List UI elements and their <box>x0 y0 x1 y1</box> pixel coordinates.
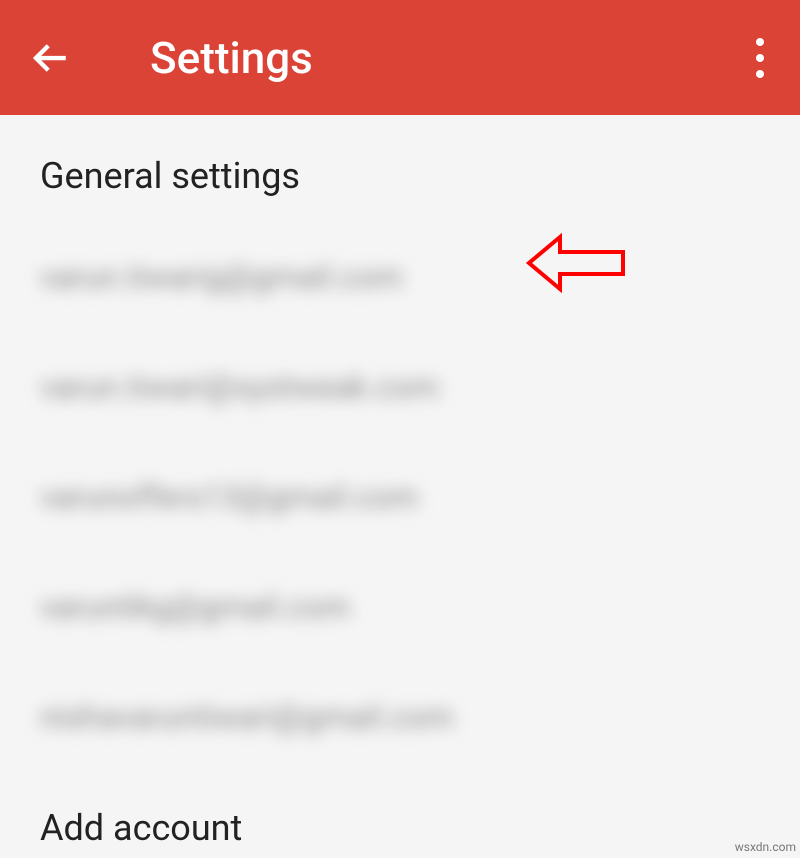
watermark: wsxdn.com <box>735 840 796 854</box>
account-email: varun.tiwari@systweak.com <box>40 368 439 406</box>
account-item[interactable]: varun.tiwari@systweak.com <box>40 367 760 407</box>
general-settings-item[interactable]: General settings <box>40 155 760 197</box>
account-email: varunoffers13@gmail.com <box>40 478 418 516</box>
account-item[interactable]: varuntikg@gmail.com <box>40 587 760 627</box>
account-email: varuntikg@gmail.com <box>40 588 350 626</box>
account-item[interactable]: varun.tiwarig@gmail.com <box>40 257 760 297</box>
more-vert-icon <box>756 38 764 46</box>
add-account-item[interactable]: Add account <box>40 807 760 849</box>
account-item[interactable]: varunoffers13@gmail.com <box>40 477 760 517</box>
account-email: varun.tiwarig@gmail.com <box>40 258 403 296</box>
page-title: Settings <box>150 32 313 84</box>
more-options-button[interactable] <box>740 28 780 88</box>
back-arrow-icon <box>29 37 71 79</box>
account-item[interactable]: nishavaruntiwari@gmail.com <box>40 697 760 737</box>
more-vert-icon <box>756 70 764 78</box>
settings-content: General settings varun.tiwarig@gmail.com… <box>0 115 800 849</box>
account-email: nishavaruntiwari@gmail.com <box>40 698 453 736</box>
back-button[interactable] <box>20 28 80 88</box>
more-vert-icon <box>756 54 764 62</box>
app-header: Settings <box>0 0 800 115</box>
